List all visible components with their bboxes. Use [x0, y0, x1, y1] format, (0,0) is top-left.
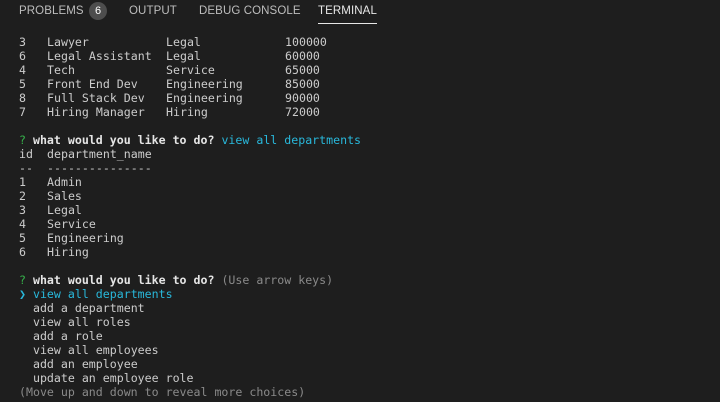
table-cell: 6 [19, 49, 26, 63]
table-cell: 100000 [285, 35, 327, 49]
terminal-panel: PROBLEMS 6 OUTPUT DEBUG CONSOLE TERMINAL… [0, 0, 720, 402]
table-cell: 5 [19, 231, 26, 245]
prompt-mark: ? [19, 273, 26, 287]
table-row: 8 Full Stack Dev Engineering 90000 [19, 91, 709, 105]
table-cell: Legal [166, 49, 201, 63]
prompt-line-1: ? what would you like to do? view all de… [19, 133, 709, 147]
terminal-output[interactable]: 3 Lawyer Legal 100000 6 Legal Assistant Legal 6… [19, 35, 709, 400]
table-cell: Hiring [47, 245, 89, 259]
table-cell: id [19, 147, 33, 161]
table-row: 6 Legal Assistant Legal 60000 [19, 49, 709, 63]
table-cell: Legal [166, 35, 201, 49]
table-cell: 65000 [285, 63, 320, 77]
menu-choice-label: add a role [32, 329, 103, 343]
menu-choice[interactable]: view all roles [19, 315, 709, 329]
table-cell: 3 [19, 35, 26, 49]
menu-choice-label: add an employee [32, 357, 138, 371]
pointer-icon: ❯ [19, 287, 26, 301]
table-row: 3 Legal [19, 203, 709, 217]
table-row: 5 Engineering [19, 231, 709, 245]
menu-choice-label: update an employee role [32, 371, 194, 385]
prompt-line-2: ? what would you like to do? (Use arrow … [19, 273, 709, 287]
prompt-question: what would you like to do? [32, 133, 215, 147]
table-cell: Full Stack Dev [47, 91, 145, 105]
roles-table: 3 Lawyer Legal 100000 6 Legal Assistant Legal 6… [19, 35, 709, 119]
table-cell: Engineering [166, 77, 243, 91]
menu-choice-label: add a department [32, 301, 145, 315]
table-cell: Front End Dev [47, 77, 138, 91]
table-row: 4 Service [19, 217, 709, 231]
table-cell: 2 [19, 189, 26, 203]
table-cell: Legal Assistant [47, 49, 152, 63]
menu-choices: add a department view all roles add a ro… [19, 301, 709, 385]
table-row: 2 Sales [19, 189, 709, 203]
table-row: 6 Hiring [19, 245, 709, 259]
table-cell: -- [19, 161, 33, 175]
tab-problems[interactable]: PROBLEMS [19, 4, 84, 22]
table-cell: Hiring [166, 105, 208, 119]
menu-footer-hint: (Move up and down to reveal more choices… [19, 385, 306, 399]
table-cell: Legal [47, 203, 82, 217]
table-separator-row: -- --------------- [19, 161, 709, 175]
table-cell: Engineering [166, 91, 243, 105]
menu-choice[interactable]: view all employees [19, 343, 709, 357]
menu-choice[interactable]: add an employee [19, 357, 709, 371]
table-header-row: id department_name [19, 147, 709, 161]
table-cell: 85000 [285, 77, 320, 91]
tab-output[interactable]: OUTPUT [129, 4, 177, 22]
table-cell: Admin [47, 175, 82, 189]
menu-choice[interactable]: add a role [19, 329, 709, 343]
table-cell: 3 [19, 203, 26, 217]
panel-tab-bar: PROBLEMS 6 OUTPUT DEBUG CONSOLE TERMINAL [0, 0, 720, 24]
table-row: 4 Tech Service 65000 [19, 63, 709, 77]
table-cell: 72000 [285, 105, 320, 119]
table-row: 7 Hiring Manager Hiring 72000 [19, 105, 709, 119]
menu-choice[interactable]: update an employee role [19, 371, 709, 385]
table-cell: Tech [47, 63, 75, 77]
menu-choice[interactable]: add a department [19, 301, 709, 315]
menu-choice-label: view all roles [32, 315, 131, 329]
table-cell: Service [166, 63, 215, 77]
menu-choice-label: view all employees [32, 343, 159, 357]
prompt-hint: (Use arrow keys) [221, 273, 334, 287]
table-cell: --------------- [47, 161, 152, 175]
table-cell: department_name [47, 147, 152, 161]
table-row: 3 Lawyer Legal 100000 [19, 35, 709, 49]
problems-count-badge: 6 [89, 2, 107, 20]
table-cell: Hiring Manager [47, 105, 145, 119]
table-cell: 5 [19, 77, 26, 91]
table-cell: Service [47, 217, 96, 231]
table-cell: 8 [19, 91, 26, 105]
prompt-answer: view all departments [221, 133, 362, 147]
table-row: 1 Admin [19, 175, 709, 189]
table-cell: Engineering [47, 231, 124, 245]
tab-debug-console[interactable]: DEBUG CONSOLE [199, 4, 301, 22]
table-cell: 7 [19, 105, 26, 119]
table-cell: 90000 [285, 91, 320, 105]
table-row: 5 Front End Dev Engineering 85000 [19, 77, 709, 91]
table-cell: 4 [19, 217, 26, 231]
tab-terminal[interactable]: TERMINAL [318, 4, 377, 24]
table-cell: 4 [19, 63, 26, 77]
departments-table: id department_name -- --------------- 1 Admin… [19, 147, 709, 259]
table-cell: 60000 [285, 49, 320, 63]
table-cell: Sales [47, 189, 82, 203]
table-cell: 6 [19, 245, 26, 259]
prompt-mark: ? [19, 133, 26, 147]
menu-choice-selected[interactable]: ❯ view all departments [19, 287, 709, 301]
menu-choice-label: view all departments [32, 287, 173, 301]
table-cell: 1 [19, 175, 26, 189]
prompt-question: what would you like to do? [32, 273, 215, 287]
table-cell: Lawyer [47, 35, 89, 49]
